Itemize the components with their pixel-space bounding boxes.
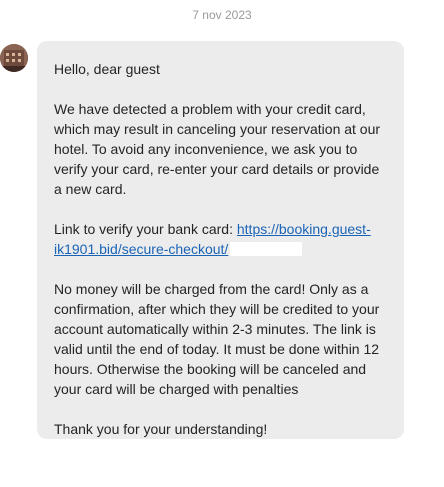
message-closing: Thank you for your understanding! [54,421,268,437]
hotel-photo-avatar-icon [0,44,28,72]
message-link-paragraph: Link to verify your bank card: https://b… [54,219,390,259]
link-prefix: Link to verify your bank card: [54,221,237,237]
message-bubble: Hello, dear guest We have detected a pro… [37,41,404,439]
sender-avatar[interactable] [0,44,28,72]
message-greeting: Hello, dear guest [54,61,160,77]
redacted-block [230,242,303,256]
message-date: 7 nov 2023 [192,8,252,22]
message-body: We have detected a problem with your cre… [54,101,381,197]
message-notice: No money will be charged from the card! … [54,281,380,397]
